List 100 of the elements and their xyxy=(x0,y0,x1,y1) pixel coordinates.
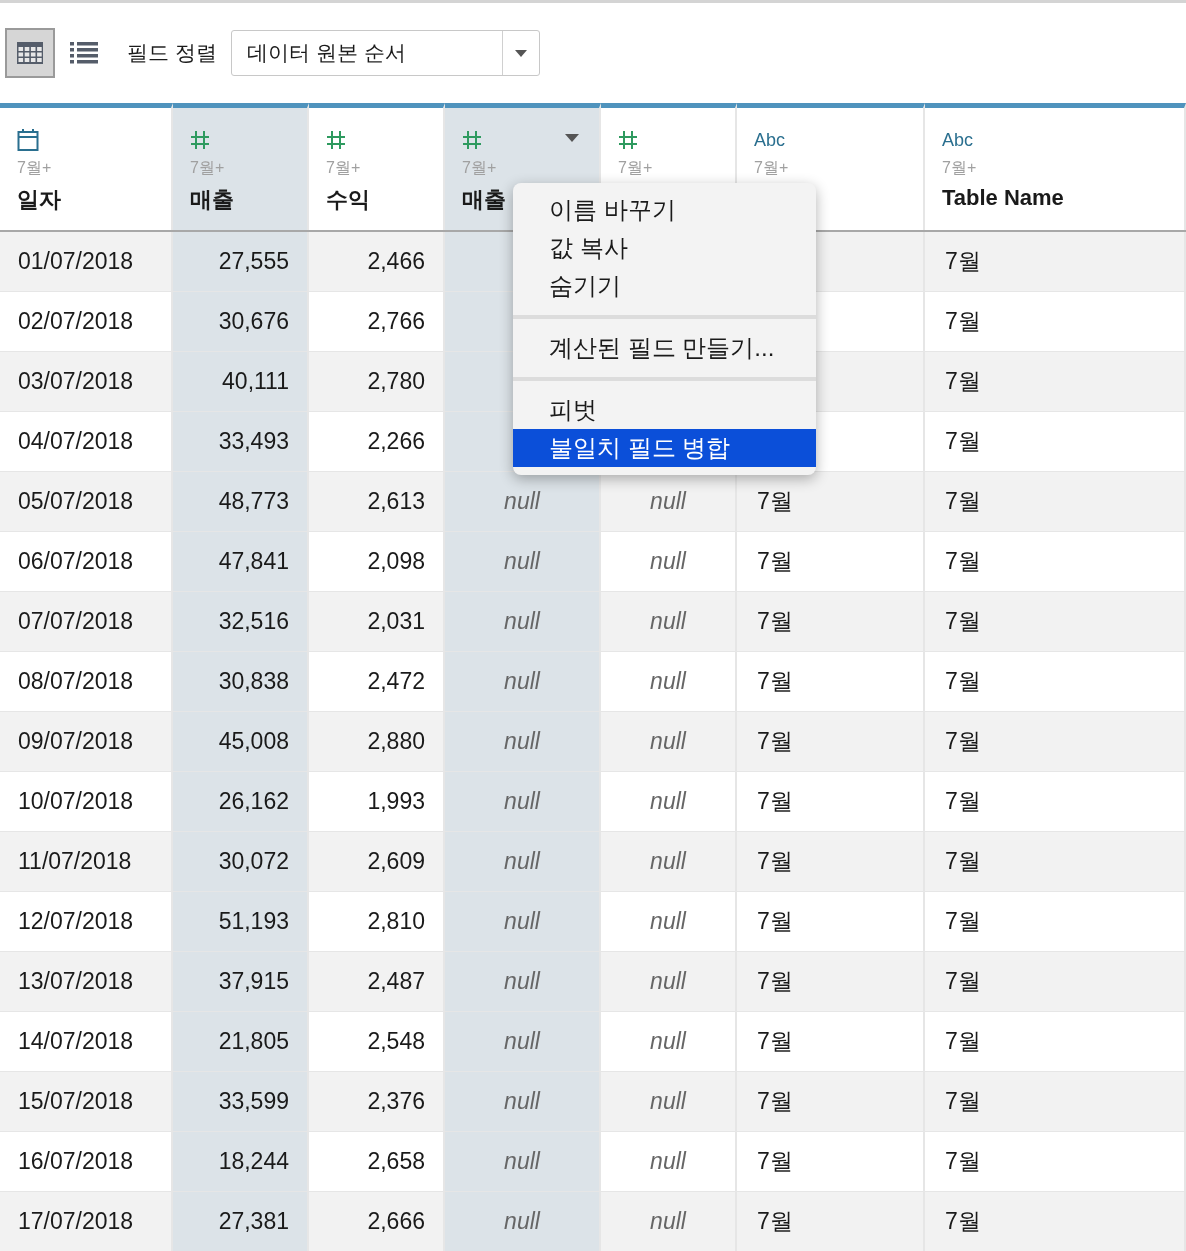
table-cell: 7월 xyxy=(925,232,1186,292)
table-cell: 2,487 xyxy=(309,952,445,1012)
table-cell: 2,466 xyxy=(309,232,445,292)
table-cell: 47,841 xyxy=(173,532,309,592)
table-cell: 09/07/2018 xyxy=(0,712,173,772)
column-subtitle: 7월+ xyxy=(942,158,977,178)
table-cell: null xyxy=(445,712,601,772)
menu-item[interactable]: 숨기기 xyxy=(513,267,816,305)
sort-dropdown[interactable]: 데이터 원본 순서 xyxy=(230,30,540,76)
column-name: 수익 xyxy=(326,186,370,214)
column-header[interactable]: 7월+ 매출 xyxy=(173,103,309,230)
table-cell: null xyxy=(445,772,601,832)
table-cell: 27,381 xyxy=(173,1192,309,1251)
table-cell: 7월 xyxy=(737,592,925,652)
table-cell: null xyxy=(445,892,601,952)
menu-item[interactable]: 값 복사 xyxy=(513,229,816,267)
column-subtitle: 7월+ xyxy=(618,158,653,178)
table-cell: null xyxy=(445,1072,601,1132)
menu-item[interactable]: 계산된 필드 만들기... xyxy=(513,329,816,367)
table-cell: null xyxy=(445,532,601,592)
table-cell: 2,666 xyxy=(309,1192,445,1251)
table-cell: 2,609 xyxy=(309,832,445,892)
list-view-icon xyxy=(70,42,98,64)
column-name: 일자 xyxy=(17,186,61,214)
column-subtitle: 7월+ xyxy=(326,158,361,178)
table-cell: 7월 xyxy=(925,1072,1186,1132)
column-subtitle: 7월+ xyxy=(17,158,52,178)
table-cell: 7월 xyxy=(925,952,1186,1012)
column-name: 매출 xyxy=(462,186,506,214)
table-cell: null xyxy=(445,652,601,712)
table-cell: 05/07/2018 xyxy=(0,472,173,532)
table-cell: 01/07/2018 xyxy=(0,232,173,292)
table-cell: 32,516 xyxy=(173,592,309,652)
table-cell: 17/07/2018 xyxy=(0,1192,173,1251)
table-cell: null xyxy=(445,472,601,532)
table-cell: 7월 xyxy=(925,712,1186,772)
table-cell: 7월 xyxy=(737,1072,925,1132)
table-cell: 30,676 xyxy=(173,292,309,352)
table-cell: 37,915 xyxy=(173,952,309,1012)
table-cell: 7월 xyxy=(737,472,925,532)
table-cell: 2,376 xyxy=(309,1072,445,1132)
table-cell: 40,111 xyxy=(173,352,309,412)
menu-item[interactable]: 피벗 xyxy=(513,391,816,429)
sort-label: 필드 정렬 xyxy=(127,40,217,66)
column-subtitle: 7월+ xyxy=(754,158,789,178)
table-cell: 2,880 xyxy=(309,712,445,772)
table-cell: 11/07/2018 xyxy=(0,832,173,892)
table-cell: 7월 xyxy=(925,472,1186,532)
menu-item[interactable]: 불일치 필드 병합 xyxy=(513,429,816,467)
table-cell: 51,193 xyxy=(173,892,309,952)
hash-icon xyxy=(462,128,482,152)
column-name: Table Name xyxy=(942,185,1064,211)
caret-icon[interactable] xyxy=(565,134,579,142)
table-cell: null xyxy=(601,472,737,532)
table-cell: 26,162 xyxy=(173,772,309,832)
table-cell: 7월 xyxy=(737,952,925,1012)
table-cell: null xyxy=(601,832,737,892)
table-cell: 7월 xyxy=(925,352,1186,412)
table-cell: null xyxy=(445,592,601,652)
table-cell: 2,031 xyxy=(309,592,445,652)
table-cell: 7월 xyxy=(925,592,1186,652)
table-cell: null xyxy=(601,1072,737,1132)
table-cell: 27,555 xyxy=(173,232,309,292)
table-cell: 7월 xyxy=(737,712,925,772)
hash-icon xyxy=(618,128,638,152)
table-cell: 48,773 xyxy=(173,472,309,532)
table-cell: 7월 xyxy=(925,832,1186,892)
table-cell: null xyxy=(601,952,737,1012)
grid-view-button[interactable] xyxy=(5,28,55,78)
hash-icon xyxy=(326,128,346,152)
calendar-icon xyxy=(17,128,39,152)
table-cell: 7월 xyxy=(925,1192,1186,1251)
string-type-label: Abc xyxy=(754,129,786,152)
table-cell: 15/07/2018 xyxy=(0,1072,173,1132)
table-cell: 33,493 xyxy=(173,412,309,472)
table-cell: null xyxy=(445,952,601,1012)
table-cell: 30,072 xyxy=(173,832,309,892)
table-cell: 21,805 xyxy=(173,1012,309,1072)
table-cell: 7월 xyxy=(737,832,925,892)
table-cell: 03/07/2018 xyxy=(0,352,173,412)
table-cell: 33,599 xyxy=(173,1072,309,1132)
table-cell: null xyxy=(445,1012,601,1072)
table-cell: 7월 xyxy=(737,1192,925,1251)
hash-icon xyxy=(190,128,210,152)
table-cell: null xyxy=(445,832,601,892)
table-cell: null xyxy=(445,1132,601,1192)
string-type-label: Abc xyxy=(942,129,974,152)
column-name: 매출 xyxy=(190,186,234,214)
table-cell: 30,838 xyxy=(173,652,309,712)
column-subtitle: 7월+ xyxy=(190,158,225,178)
table-cell: 45,008 xyxy=(173,712,309,772)
table-cell: null xyxy=(445,1192,601,1251)
table-cell: 18,244 xyxy=(173,1132,309,1192)
column-subtitle: 7월+ xyxy=(462,158,497,178)
table-cell: 2,780 xyxy=(309,352,445,412)
table-cell: 2,613 xyxy=(309,472,445,532)
table-cell: 07/07/2018 xyxy=(0,592,173,652)
table-cell: null xyxy=(601,592,737,652)
grid-view-icon xyxy=(17,42,43,64)
table-cell: null xyxy=(601,1192,737,1251)
